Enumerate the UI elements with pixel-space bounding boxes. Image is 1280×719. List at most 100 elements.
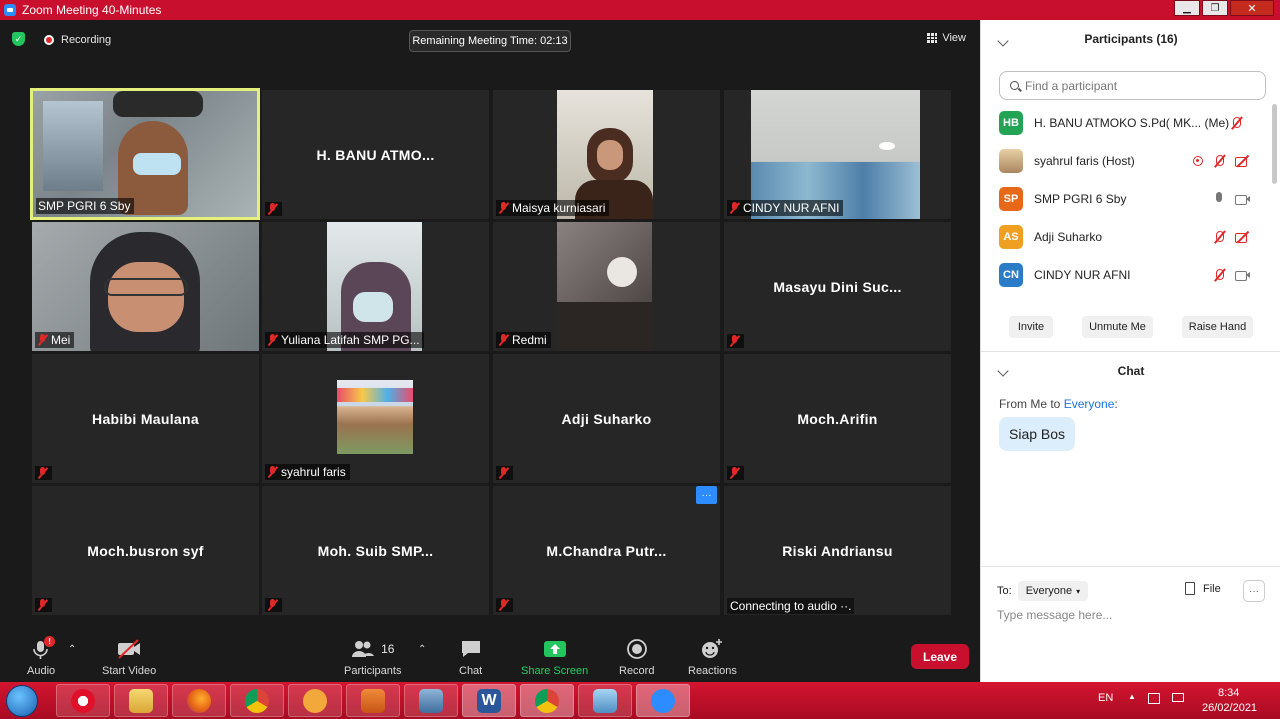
chat-button[interactable]: Chat <box>459 638 482 677</box>
avatar: SP <box>999 187 1023 211</box>
leave-button[interactable]: Leave <box>911 644 969 669</box>
participant-label: syahrul faris <box>265 464 350 480</box>
taskbar-explorer[interactable] <box>114 684 168 717</box>
participant-row[interactable]: SP SMP PGRI 6 Sby <box>981 180 1271 218</box>
video-off-icon[interactable] <box>1235 155 1251 167</box>
network-tray-icon[interactable] <box>1172 693 1184 702</box>
participant-name: Yuliana Latifah SMP PG... <box>281 333 420 347</box>
video-on-icon[interactable] <box>1235 193 1251 205</box>
video-tile[interactable]: SMP PGRI 6 Sby <box>30 88 260 220</box>
name-tile[interactable]: Habibi Maulana <box>32 354 259 483</box>
view-button[interactable]: View <box>927 32 966 44</box>
reactions-button[interactable]: Reactions <box>688 638 737 677</box>
video-tile[interactable]: CINDY NUR AFNI <box>724 90 951 219</box>
restore-button[interactable]: ❐ <box>1202 0 1228 16</box>
start-button[interactable] <box>6 685 38 717</box>
name-tile[interactable]: Adji Suharko <box>493 354 720 483</box>
taskbar-chrome-2[interactable] <box>520 684 574 717</box>
name-tile[interactable]: Moch.Arifin <box>724 354 951 483</box>
taskbar-firefox[interactable] <box>172 684 226 717</box>
taskbar-app-shield[interactable] <box>288 684 342 717</box>
record-button[interactable]: Record <box>619 638 654 677</box>
name-tile[interactable]: Moch.busron syf <box>32 486 259 615</box>
participant-name: Moch.busron syf <box>87 542 204 559</box>
mic-muted-icon[interactable] <box>1212 154 1226 168</box>
taskbar-zoom[interactable] <box>636 684 690 717</box>
chat-sender-line: From Me to Everyone: <box>999 397 1118 411</box>
video-tile[interactable]: Maisya kurniasari <box>493 90 720 219</box>
recipient-select[interactable]: Everyone ▾ <box>1017 581 1089 601</box>
language-indicator[interactable]: EN <box>1098 692 1113 704</box>
chat-recipient-link[interactable]: Everyone <box>1064 397 1115 411</box>
file-button[interactable]: File <box>1185 582 1221 595</box>
mic-muted-icon[interactable] <box>1229 116 1243 130</box>
name-tile[interactable]: Masayu Dini Suc... <box>724 222 951 351</box>
name-tile[interactable]: Riski Andriansu Connecting to audio ··. <box>724 486 951 615</box>
panel-divider <box>981 351 1280 352</box>
taskbar-word[interactable]: W <box>462 684 516 717</box>
participant-row[interactable]: syahrul faris (Host) <box>981 142 1271 180</box>
taskbar-media-player[interactable] <box>346 684 400 717</box>
audio-button[interactable]: ! Audio <box>27 636 55 677</box>
start-video-button[interactable]: Start Video <box>102 638 156 677</box>
participants-scrollbar[interactable] <box>1272 104 1277 184</box>
video-tile[interactable]: Mei <box>32 222 259 351</box>
tray-expand-icon[interactable]: ▲ <box>1128 692 1136 701</box>
unmute-me-button[interactable]: Unmute Me <box>1082 316 1153 338</box>
mic-muted-icon[interactable] <box>1212 268 1226 282</box>
participant-avatar-image <box>337 380 413 454</box>
record-icon <box>626 639 647 659</box>
participant-search-input[interactable]: Find a participant <box>999 71 1266 100</box>
invite-button[interactable]: Invite <box>1009 316 1053 338</box>
mic-muted-icon <box>498 467 509 479</box>
taskbar-photos[interactable] <box>578 684 632 717</box>
participants-options-caret[interactable]: ⌃ <box>418 644 426 655</box>
security-shield-icon[interactable]: ✓ <box>12 32 25 46</box>
participant-name: H. BANU ATMOKO S.Pd( MK... (Me) <box>1034 116 1230 130</box>
clock-date[interactable]: 26/02/2021 <box>1202 702 1257 714</box>
recording-indicator[interactable]: Recording <box>44 34 111 46</box>
participant-row[interactable]: HB H. BANU ATMOKO S.Pd( MK... (Me) <box>981 104 1271 142</box>
opera-icon <box>71 688 95 713</box>
participant-name: Redmi <box>512 333 547 347</box>
participants-button[interactable]: 16 Participants <box>344 638 401 677</box>
share-screen-button[interactable]: Share Screen <box>521 638 588 677</box>
mic-muted-icon <box>267 466 278 478</box>
chat-recipient-row: To: Everyone ▾ <box>997 581 1089 601</box>
window-controls: ▁ ❐ ✕ <box>1174 0 1274 16</box>
taskbar-chrome-1[interactable] <box>230 684 284 717</box>
action-center-icon[interactable] <box>1148 693 1160 704</box>
video-off-icon[interactable] <box>1235 231 1251 243</box>
clock-time[interactable]: 8:34 <box>1218 687 1239 699</box>
search-placeholder: Find a participant <box>1025 78 1118 93</box>
zoom-icon <box>651 688 675 713</box>
close-button[interactable]: ✕ <box>1230 0 1274 16</box>
taskbar-network[interactable] <box>404 684 458 717</box>
name-tile[interactable]: M.Chandra Putr... ··· <box>493 486 720 615</box>
video-tile[interactable]: Redmi <box>493 222 720 351</box>
video-on-icon[interactable] <box>1235 269 1251 281</box>
raise-hand-button[interactable]: Raise Hand <box>1182 316 1253 338</box>
window-titlebar: Zoom Meeting 40-Minutes ▁ ❐ ✕ <box>0 0 1280 20</box>
video-tile[interactable]: syahrul faris <box>262 354 489 483</box>
audio-options-caret[interactable]: ⌃ <box>68 644 76 655</box>
mic-muted-icon[interactable] <box>1212 230 1226 244</box>
participant-label <box>496 598 513 612</box>
mic-muted-icon <box>37 599 48 611</box>
meeting-topbar: ✓ Recording Remaining Meeting Time: 02:1… <box>0 20 980 56</box>
mic-on-icon[interactable] <box>1212 192 1226 206</box>
side-panel: Participants (16) Find a participant HB … <box>980 20 1280 682</box>
participant-label <box>727 466 744 480</box>
mic-muted-icon <box>729 467 740 479</box>
chat-message-input[interactable]: Type message here... <box>997 608 1112 622</box>
participant-row[interactable]: CN CINDY NUR AFNI <box>981 256 1271 294</box>
video-tile[interactable]: Yuliana Latifah SMP PG... <box>262 222 489 351</box>
more-options-button[interactable]: ··· <box>696 486 717 504</box>
participant-row[interactable]: AS Adji Suharko <box>981 218 1271 256</box>
minimize-button[interactable]: ▁ <box>1174 0 1200 16</box>
name-tile[interactable]: H. BANU ATMO... <box>262 90 489 219</box>
participants-icon <box>352 641 375 657</box>
name-tile[interactable]: Moh. Suib SMP... <box>262 486 489 615</box>
taskbar-opera[interactable] <box>56 684 110 717</box>
chat-more-button[interactable]: ··· <box>1243 580 1265 602</box>
